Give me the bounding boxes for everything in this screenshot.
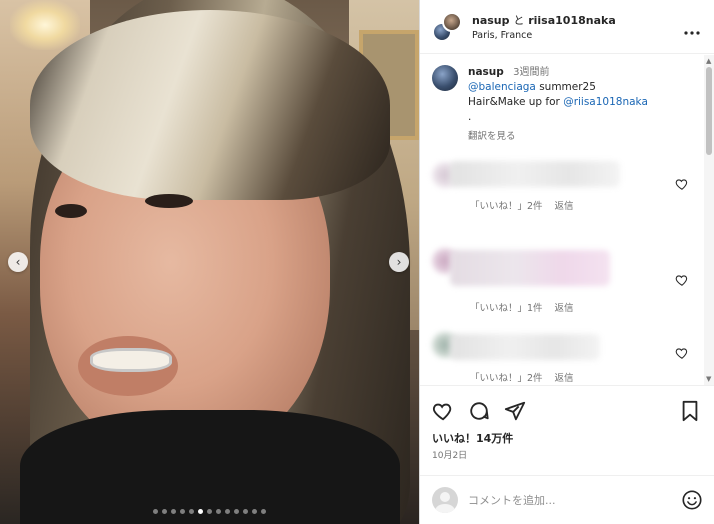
chandelier-glow	[10, 0, 80, 50]
chevron-left-icon: ‹	[15, 255, 21, 269]
like-count[interactable]: いいね！14万件	[432, 430, 513, 446]
post-actions: いいね！14万件 10月2日	[420, 385, 714, 475]
more-options-button[interactable]	[684, 20, 700, 39]
previous-slide-button[interactable]: ‹	[8, 252, 28, 272]
blurred-comment-text	[450, 334, 600, 360]
heart-icon	[432, 403, 452, 421]
bangs	[30, 10, 390, 200]
bookmark-icon	[682, 400, 698, 422]
reply-button[interactable]: 返信	[555, 198, 574, 212]
avatar[interactable]	[442, 11, 462, 32]
comment-meta: 「いいね！」1件 返信	[470, 300, 574, 314]
avatar[interactable]	[432, 65, 458, 91]
slide-dot	[234, 509, 239, 514]
caption-dot: .	[468, 111, 472, 123]
blurred-comment-text	[450, 250, 610, 286]
caption-text: summer25	[535, 81, 596, 93]
comment-button[interactable]	[468, 400, 490, 422]
teeth	[90, 348, 172, 372]
comment-meta: 「いいね！」2件 返信	[470, 198, 574, 212]
comments-list[interactable]: nasup 3週間前 @balenciaga summer25 Hair&Mak…	[420, 55, 714, 385]
smile-icon	[682, 490, 702, 510]
mention-link[interactable]: @balenciaga	[468, 81, 536, 93]
location-link[interactable]: Paris, France	[472, 30, 616, 41]
next-slide-button[interactable]: ›	[389, 252, 409, 272]
post-authors: nasup と riisa1018naka	[472, 12, 616, 28]
comment-input[interactable]	[468, 493, 681, 507]
comment-item: 「いいね！」1件 返信	[420, 242, 714, 328]
save-button[interactable]	[679, 400, 701, 422]
slide-dot	[171, 509, 176, 514]
slide-dot	[162, 509, 167, 514]
comment-icon	[470, 402, 489, 420]
slide-dot	[252, 509, 257, 514]
black-top	[20, 410, 400, 524]
emoji-button[interactable]	[681, 489, 703, 511]
like-button[interactable]	[432, 400, 454, 422]
share-button[interactable]	[504, 400, 526, 422]
slide-dot	[198, 509, 203, 514]
comment-like-count[interactable]: 「いいね！」2件	[470, 370, 543, 384]
slide-dot	[180, 509, 185, 514]
chevron-right-icon: ›	[396, 255, 402, 269]
author-conjunction: と	[513, 14, 525, 27]
comment-composer	[420, 475, 714, 524]
comment-meta: 「いいね！」2件 返信	[470, 370, 574, 384]
caption-body: nasup 3週間前 @balenciaga summer25 Hair&Mak…	[468, 65, 648, 144]
instagram-post-view: ‹ › nasup と riisa1018naka Paris, France	[0, 0, 714, 524]
caption-time[interactable]: 3週間前	[513, 67, 549, 78]
right-eye	[145, 194, 193, 208]
slide-dot	[207, 509, 212, 514]
blurred-comment-text	[450, 161, 620, 187]
slide-dot	[189, 509, 194, 514]
comments-scrollbar[interactable]: ▲ ▼	[704, 55, 714, 385]
slide-dot	[153, 509, 158, 514]
comment-like-count[interactable]: 「いいね！」1件	[470, 300, 543, 314]
post-photo[interactable]: ‹ ›	[0, 0, 419, 524]
reply-button[interactable]: 返信	[555, 300, 574, 314]
scroll-down-arrow-icon[interactable]: ▼	[706, 375, 711, 383]
send-icon	[504, 401, 526, 421]
heart-icon[interactable]	[675, 273, 689, 287]
see-translation-link[interactable]: 翻訳を見る	[468, 129, 648, 144]
caption-username[interactable]: nasup	[468, 66, 504, 78]
action-icons	[432, 400, 526, 422]
collab-avatars[interactable]	[432, 11, 462, 42]
scroll-thumb[interactable]	[706, 67, 712, 155]
heart-icon[interactable]	[675, 346, 689, 360]
caption-text: Hair&Make up for	[468, 96, 564, 108]
mention-link[interactable]: @riisa1018naka	[563, 96, 648, 108]
slide-dot	[261, 509, 266, 514]
author-link-riisa[interactable]: riisa1018naka	[528, 14, 616, 27]
slide-dot	[243, 509, 248, 514]
post-header: nasup と riisa1018naka Paris, France	[420, 0, 714, 54]
slide-indicator	[0, 509, 419, 514]
avatar	[432, 487, 458, 513]
comment-like-count[interactable]: 「いいね！」2件	[470, 198, 543, 212]
comment-item: 「いいね！」2件 返信	[420, 328, 714, 385]
slide-dot	[216, 509, 221, 514]
author-link-nasup[interactable]: nasup	[472, 14, 510, 27]
left-eye	[55, 204, 87, 218]
more-horizontal-icon	[684, 31, 700, 35]
heart-icon[interactable]	[675, 177, 689, 191]
post-sidebar: nasup と riisa1018naka Paris, France nasu…	[419, 0, 714, 524]
post-date[interactable]: 10月2日	[432, 448, 467, 461]
post-caption: nasup 3週間前 @balenciaga summer25 Hair&Mak…	[420, 55, 714, 144]
scroll-up-arrow-icon[interactable]: ▲	[706, 57, 711, 65]
header-text: nasup と riisa1018naka Paris, France	[472, 12, 616, 41]
comment-item: 「いいね！」2件 返信	[420, 156, 714, 236]
slide-dot	[225, 509, 230, 514]
reply-button[interactable]: 返信	[555, 370, 574, 384]
